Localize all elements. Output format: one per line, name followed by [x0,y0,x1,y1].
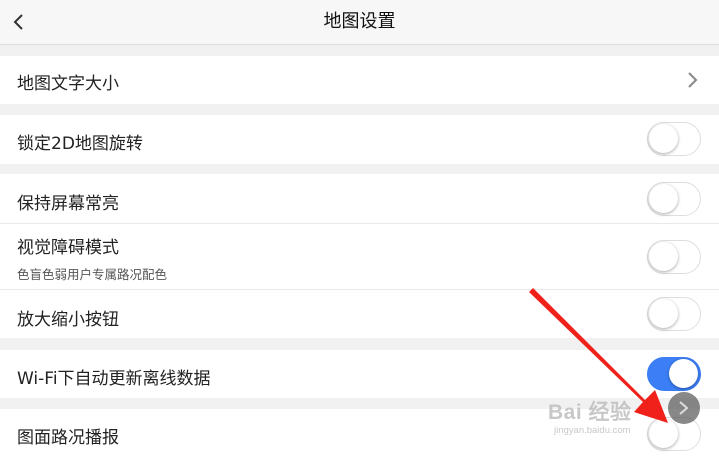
setting-label: 保持屏幕常亮 [17,194,119,214]
settings-group: 保持屏幕常亮 视觉障碍模式 色盲色弱用户专属路况配色 放大缩小按钮 [0,174,719,338]
header-bar: 地图设置 [0,0,719,45]
chevron-right-icon [679,401,689,415]
baidu-jingyan-watermark: Bai 经验 jingyan.baidu.com [548,396,678,442]
divider [0,289,719,290]
setting-label: 锁定2D地图旋转 [17,134,143,154]
toggle-knob [649,124,678,153]
setting-row-text-size[interactable]: 地图文字大小 [0,56,719,104]
watermark-url: jingyan.baidu.com [554,425,631,436]
lock-2d-rotation-toggle[interactable] [647,122,701,156]
wifi-auto-update-toggle[interactable] [647,357,701,391]
watermark-arrow-button [668,392,700,424]
chevron-right-icon [688,72,698,88]
toggle-knob [649,184,678,213]
divider [0,223,719,224]
keep-screen-on-toggle[interactable] [647,182,701,216]
setting-label: 视觉障碍模式 [17,238,119,258]
toggle-knob [649,299,678,328]
setting-sublabel: 色盲色弱用户专属路况配色 [17,267,168,282]
setting-label: 图面路况播报 [17,428,119,448]
zoom-buttons-toggle[interactable] [647,297,701,331]
toggle-knob [669,359,698,388]
watermark-text: Bai 经验 [548,401,632,424]
setting-label: 放大缩小按钮 [17,310,119,330]
page-title: 地图设置 [323,11,396,32]
setting-row-lock-2d-rotation: 锁定2D地图旋转 [0,115,719,164]
setting-label: 地图文字大小 [17,74,119,94]
visual-impairment-mode-toggle[interactable] [647,240,701,274]
setting-label: Wi-Fi下自动更新离线数据 [17,369,211,389]
setting-row-wifi-auto-update: Wi-Fi下自动更新离线数据 [0,350,719,398]
toggle-knob [649,242,678,271]
